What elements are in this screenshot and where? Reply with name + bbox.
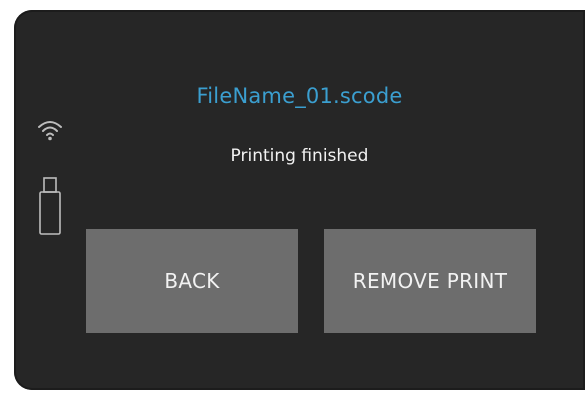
printer-screen: FileName_01.scode Printing finished BACK… — [14, 10, 585, 390]
print-status-message: Printing finished — [230, 146, 369, 166]
remove-print-button[interactable]: REMOVE PRINT — [324, 229, 536, 333]
usb-drive-icon — [36, 176, 64, 238]
status-indicators — [28, 118, 72, 238]
wifi-icon — [36, 118, 64, 142]
file-name: FileName_01.scode — [196, 84, 403, 108]
back-button[interactable]: BACK — [86, 229, 298, 333]
